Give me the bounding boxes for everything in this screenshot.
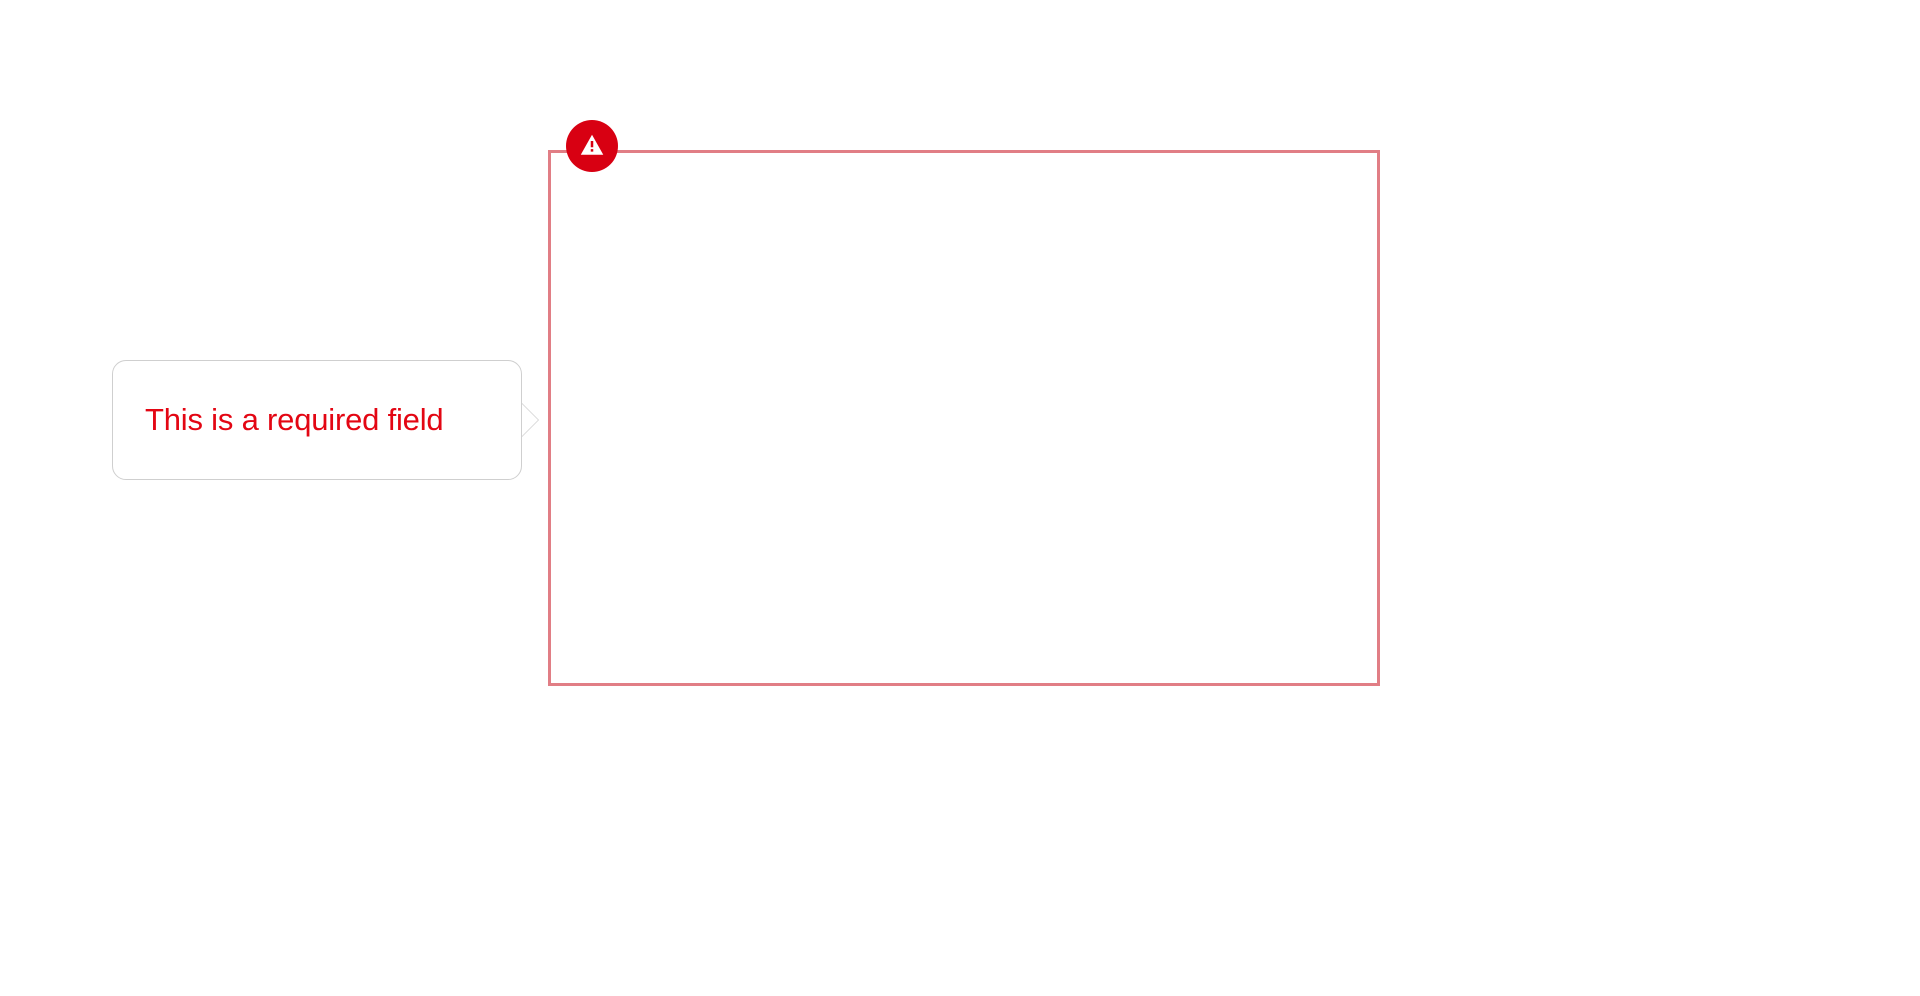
validation-tooltip: This is a required field bbox=[112, 360, 522, 480]
required-text-field[interactable] bbox=[548, 150, 1380, 686]
required-field-container bbox=[548, 150, 1380, 691]
error-warning-icon bbox=[566, 120, 618, 172]
validation-tooltip-text: This is a required field bbox=[145, 402, 443, 438]
